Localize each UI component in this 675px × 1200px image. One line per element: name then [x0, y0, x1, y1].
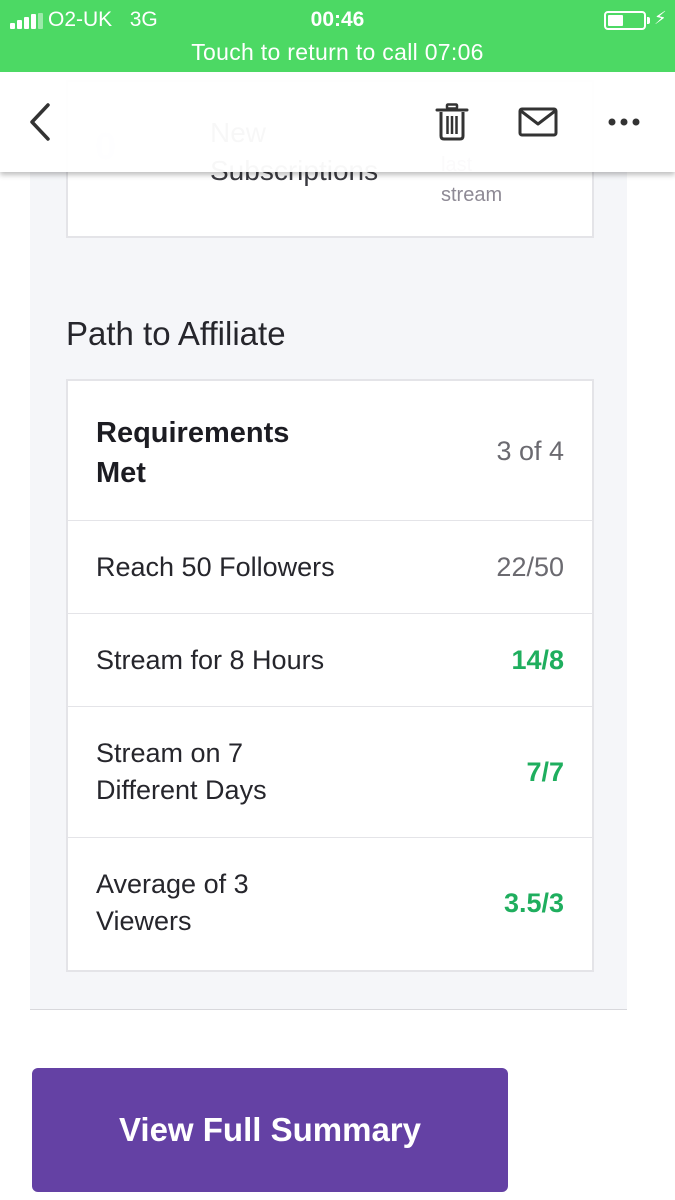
requirement-row: Reach 50 Followers 22/50 [68, 521, 592, 614]
requirement-value: 22/50 [496, 552, 564, 582]
requirement-label: Average of 3 Viewers [96, 869, 249, 936]
requirement-label: Stream on 7 Different Days [96, 738, 267, 805]
requirement-label: Reach 50 Followers [96, 552, 335, 582]
chevron-left-icon [30, 103, 50, 141]
charging-icon: ⚡︎ [654, 8, 667, 28]
status-bar[interactable]: O2-UK 3G 00:46 ⚡︎ Touch to return to cal… [0, 0, 675, 72]
screen: O2-UK 3G 00:46 ⚡︎ Touch to return to cal… [0, 0, 675, 1200]
requirements-table: Requirements Met 3 of 4 Reach 50 Followe… [66, 379, 594, 972]
trash-icon [435, 103, 469, 141]
section-title-path-to-affiliate: Path to Affiliate [66, 315, 286, 352]
delete-button[interactable] [424, 72, 480, 172]
view-full-summary-button[interactable]: View Full Summary [32, 1068, 508, 1192]
more-button[interactable] [596, 72, 652, 172]
requirements-summary-value: 3 of 4 [496, 436, 564, 466]
battery-icon [604, 11, 646, 30]
requirements-summary-row: Requirements Met 3 of 4 [68, 381, 592, 521]
more-icon [608, 118, 640, 126]
back-button[interactable] [10, 72, 70, 172]
mail-button[interactable] [510, 72, 566, 172]
return-to-call-banner[interactable]: Touch to return to call 07:06 [0, 39, 675, 66]
requirement-row: Stream for 8 Hours 14/8 [68, 614, 592, 707]
requirements-summary-label: Requirements Met [96, 417, 290, 489]
requirement-value: 7/7 [526, 757, 564, 787]
status-row: O2-UK 3G 00:46 ⚡︎ [0, 6, 675, 32]
nav-bar [0, 72, 675, 172]
requirement-value: 3.5/3 [503, 888, 564, 918]
battery-nub [647, 17, 650, 24]
requirement-value: 14/8 [511, 645, 564, 675]
mail-icon [518, 107, 558, 137]
clock: 00:46 [310, 8, 365, 31]
requirement-label: Stream for 8 Hours [96, 645, 325, 675]
requirement-row: Stream on 7 Different Days 7/7 [68, 707, 592, 838]
requirement-row: Average of 3 Viewers 3.5/3 [68, 838, 592, 970]
battery-level [608, 15, 623, 26]
